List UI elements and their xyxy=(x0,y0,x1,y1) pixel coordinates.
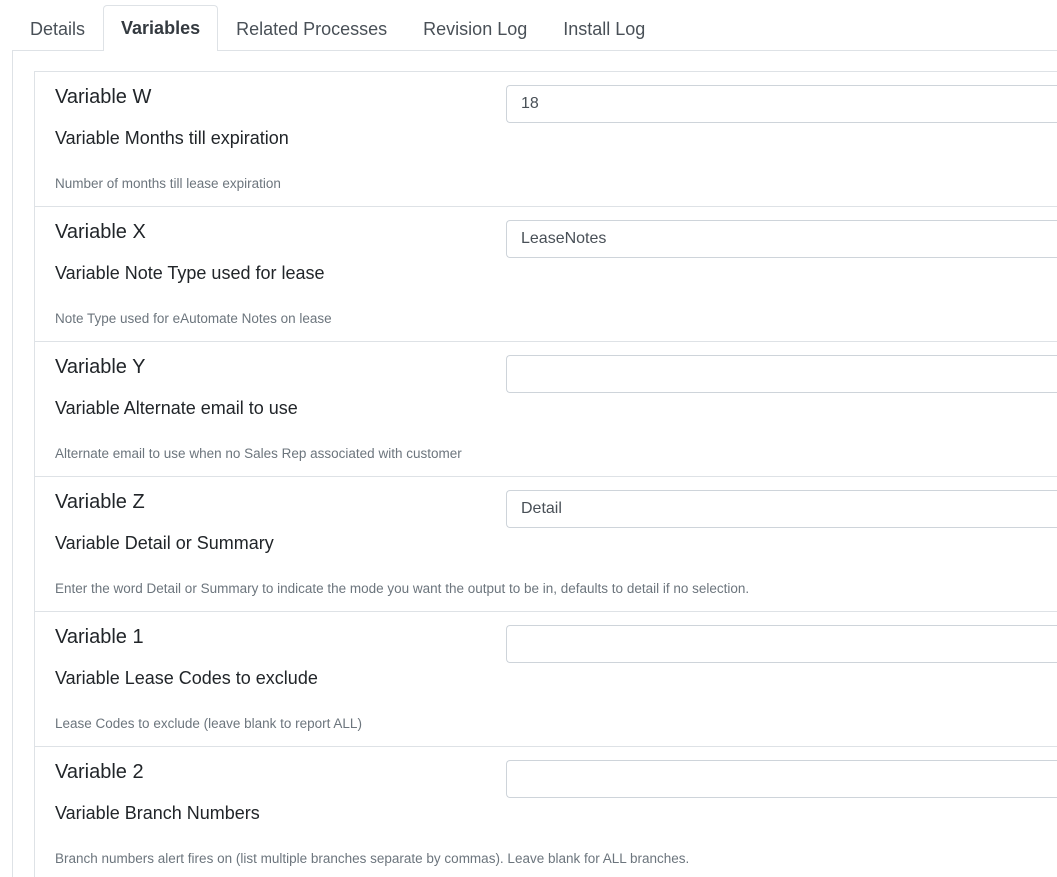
variable-row-1: Variable 1 Variable Lease Codes to exclu… xyxy=(35,612,1057,747)
tab-related-processes[interactable]: Related Processes xyxy=(218,6,405,51)
tab-bar: Details Variables Related Processes Revi… xyxy=(12,5,1057,51)
variable-name: Variable Y xyxy=(55,356,146,378)
tab-revision-log[interactable]: Revision Log xyxy=(405,6,545,51)
variable-description: Branch numbers alert fires on (list mult… xyxy=(55,851,690,866)
variable-description: Enter the word Detail or Summary to indi… xyxy=(55,581,750,596)
tab-install-log[interactable]: Install Log xyxy=(545,6,663,51)
page: Details Variables Related Processes Revi… xyxy=(0,0,1057,877)
variable-name: Variable 1 xyxy=(55,626,144,648)
variable-label: Variable Alternate email to use xyxy=(55,398,298,418)
variable-row-z: Variable Z Variable Detail or Summary En… xyxy=(35,477,1057,612)
variable-y-input[interactable] xyxy=(506,355,1057,393)
variable-name: Variable W xyxy=(55,86,152,108)
variable-row-w: Variable W Variable Months till expirati… xyxy=(35,72,1057,207)
variable-label: Variable Note Type used for lease xyxy=(55,263,325,283)
variable-2-input[interactable] xyxy=(506,760,1057,798)
variable-name: Variable X xyxy=(55,221,146,243)
variable-row-y: Variable Y Variable Alternate email to u… xyxy=(35,342,1057,477)
variable-row-x: Variable X Variable Note Type used for l… xyxy=(35,207,1057,342)
variable-label: Variable Branch Numbers xyxy=(55,803,260,823)
variable-description: Alternate email to use when no Sales Rep… xyxy=(55,446,462,461)
variable-label: Variable Months till expiration xyxy=(55,128,289,148)
variable-description: Lease Codes to exclude (leave blank to r… xyxy=(55,716,362,731)
variable-row-2: Variable 2 Variable Branch Numbers Branc… xyxy=(35,747,1057,877)
tab-variables[interactable]: Variables xyxy=(103,5,219,51)
tab-panel-variables: Variable W Variable Months till expirati… xyxy=(12,50,1057,877)
variable-name: Variable 2 xyxy=(55,761,144,783)
variable-label: Variable Lease Codes to exclude xyxy=(55,668,318,688)
variable-description: Number of months till lease expiration xyxy=(55,176,281,191)
variable-label: Variable Detail or Summary xyxy=(55,533,274,553)
variables-card: Variable W Variable Months till expirati… xyxy=(34,71,1057,877)
variable-w-input[interactable] xyxy=(506,85,1057,123)
tab-details[interactable]: Details xyxy=(12,6,103,51)
variable-z-input[interactable] xyxy=(506,490,1057,528)
variable-description: Note Type used for eAutomate Notes on le… xyxy=(55,311,332,326)
variable-1-input[interactable] xyxy=(506,625,1057,663)
variable-x-input[interactable] xyxy=(506,220,1057,258)
variable-name: Variable Z xyxy=(55,491,145,513)
